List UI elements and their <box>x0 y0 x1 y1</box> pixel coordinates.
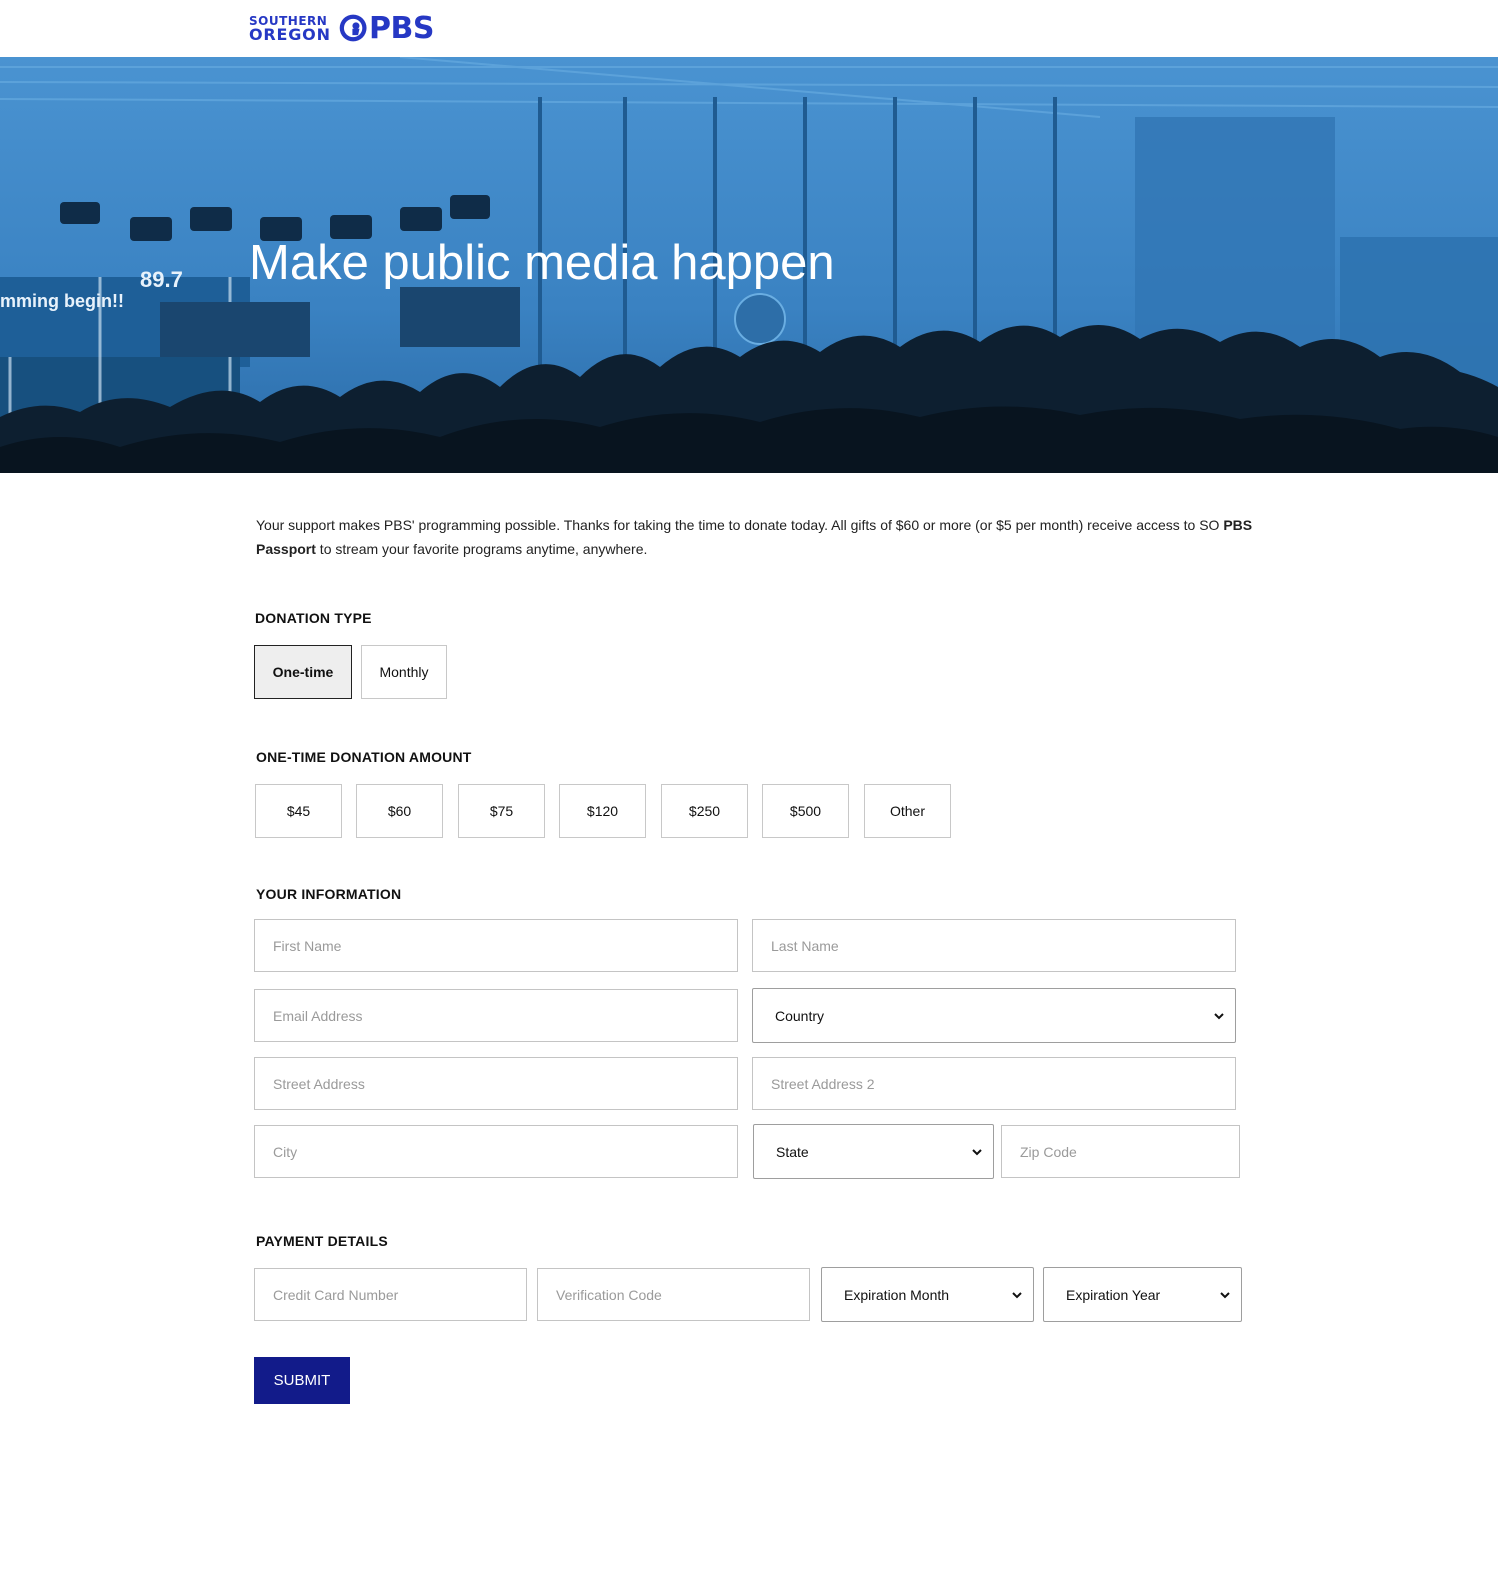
zip-code-input[interactable]: Zip Code <box>1001 1125 1240 1178</box>
amount-120-button[interactable]: $120 <box>559 784 646 838</box>
photo-sign-text: mming begin!! <box>0 291 124 311</box>
pbs-head-icon <box>339 14 367 42</box>
expiration-year-value: Expiration Year <box>1066 1286 1161 1303</box>
payment-details-label: PAYMENT DETAILS <box>256 1233 388 1249</box>
your-information-label: YOUR INFORMATION <box>256 886 402 902</box>
hero-banner: mming begin!! 89.7 Make public media hap… <box>0 57 1498 473</box>
chevron-down-icon <box>1214 1012 1224 1019</box>
submit-button[interactable]: SUBMIT <box>254 1357 350 1404</box>
amount-45-button[interactable]: $45 <box>255 784 342 838</box>
amount-500-button[interactable]: $500 <box>762 784 849 838</box>
chevron-down-icon <box>1012 1291 1022 1298</box>
amount-75-button[interactable]: $75 <box>458 784 545 838</box>
expiration-month-value: Expiration Month <box>844 1286 950 1303</box>
state-select-value: State <box>776 1143 809 1160</box>
last-name-input[interactable]: Last Name <box>752 919 1236 972</box>
country-select-value: Country <box>775 1007 825 1024</box>
chevron-down-icon <box>1220 1291 1230 1298</box>
city-input[interactable]: City <box>254 1125 738 1178</box>
verification-code-input[interactable]: Verification Code <box>537 1268 810 1321</box>
expiration-year-select[interactable]: Expiration Year <box>1043 1267 1242 1322</box>
hero-title: Make public media happen <box>249 236 835 290</box>
amount-60-button[interactable]: $60 <box>356 784 443 838</box>
first-name-input[interactable]: First Name <box>254 919 738 972</box>
logo-station-name: SOUTHERN OREGON <box>249 14 331 44</box>
donation-type-one-time-button[interactable]: One-time <box>254 645 352 699</box>
state-select[interactable]: State <box>753 1124 994 1179</box>
amount-other-button[interactable]: Other <box>864 784 951 838</box>
chevron-down-icon <box>972 1148 982 1155</box>
donation-type-label: DONATION TYPE <box>255 610 372 626</box>
credit-card-number-input[interactable]: Credit Card Number <box>254 1268 527 1321</box>
street-address-input[interactable]: Street Address <box>254 1057 738 1110</box>
country-select[interactable]: Country <box>752 988 1236 1043</box>
donation-amount-label: ONE-TIME DONATION AMOUNT <box>256 749 472 765</box>
site-header: SOUTHERN OREGON PBS <box>0 0 1506 57</box>
southern-oregon-pbs-logo[interactable]: SOUTHERN OREGON PBS <box>249 6 434 50</box>
street-address-2-input[interactable]: Street Address 2 <box>752 1057 1236 1110</box>
amount-250-button[interactable]: $250 <box>661 784 748 838</box>
donation-type-monthly-button[interactable]: Monthly <box>361 645 447 699</box>
photo-sign-number: 89.7 <box>140 267 183 292</box>
email-input[interactable]: Email Address <box>254 989 738 1042</box>
intro-paragraph: Your support makes PBS' programming poss… <box>256 517 1253 557</box>
expiration-month-select[interactable]: Expiration Month <box>821 1267 1034 1322</box>
